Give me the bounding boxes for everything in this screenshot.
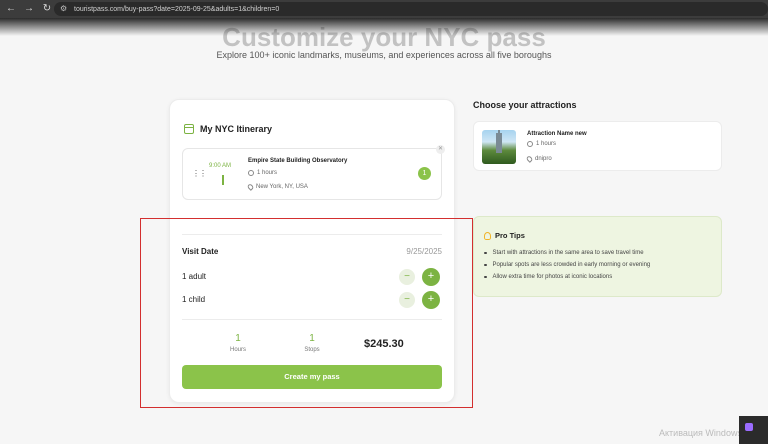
attraction-duration-text: 1 hours <box>536 141 557 147</box>
app-tray-icon[interactable] <box>745 423 753 431</box>
tip-item: Popular spots are less crowded in early … <box>484 262 650 268</box>
itinerary-item[interactable]: ✕ ⋮⋮ 9:00 AM Empire State Building Obser… <box>182 145 445 200</box>
divider <box>182 234 442 235</box>
back-icon[interactable]: ← <box>4 2 18 16</box>
calendar-icon <box>184 124 194 134</box>
item-duration-text: 1 hours <box>257 170 278 176</box>
itinerary-card: My NYC Itinerary ✕ ⋮⋮ 9:00 AM Empire Sta… <box>169 99 455 403</box>
attraction-card[interactable]: Attraction Name new 1 hours dnipro <box>473 121 722 171</box>
reload-icon[interactable]: ↻ <box>40 2 54 16</box>
address-url: touristpass.com/buy-pass?date=2025-09-25… <box>74 5 280 13</box>
bullet <box>484 263 487 267</box>
browser-toolbar: ← → ↻ ⚙ touristpass.com/buy-pass?date=20… <box>0 0 768 18</box>
itinerary-title: My NYC Itinerary <box>200 124 273 134</box>
children-label: 1 child <box>182 295 206 304</box>
attraction-duration: 1 hours <box>527 141 556 147</box>
item-time: 9:00 AM <box>209 163 232 169</box>
bullet <box>484 275 487 279</box>
children-increment-button[interactable]: + <box>422 291 440 309</box>
windows-activation-watermark: Активация Windows <box>659 428 742 438</box>
adults-increment-button[interactable]: + <box>422 268 440 286</box>
adults-label: 1 adult <box>182 272 207 281</box>
adults-decrement-button[interactable]: − <box>399 269 415 285</box>
site-info-icon[interactable]: ⚙ <box>60 4 70 14</box>
item-location: New York, NY, USA <box>246 183 308 191</box>
bullet <box>484 251 487 255</box>
drag-handle-icon[interactable]: ⋮⋮ <box>192 169 207 178</box>
lightbulb-icon <box>484 231 491 240</box>
itinerary-header: My NYC Itinerary <box>184 124 272 134</box>
page-title: Customize your NYC pass <box>222 22 546 52</box>
taskbar-tray <box>739 416 768 444</box>
hours-value: 1 <box>235 333 241 344</box>
tip-text: Allow extra time for photos at iconic lo… <box>492 274 613 280</box>
create-pass-button[interactable]: Create my pass <box>182 365 442 389</box>
children-decrement-button[interactable]: − <box>399 292 415 308</box>
pro-tips-header: Pro Tips <box>484 231 525 240</box>
pro-tips-panel: Pro Tips Start with attractions in the s… <box>473 216 722 297</box>
pro-tips-title: Pro Tips <box>495 231 525 240</box>
attraction-location: dnipro <box>525 155 552 163</box>
item-location-text: New York, NY, USA <box>256 184 308 190</box>
attractions-title: Choose your attractions <box>473 100 577 110</box>
attraction-name: Attraction Name new <box>527 131 587 137</box>
visit-date-label: Visit Date <box>182 247 219 256</box>
order-badge: 1 <box>418 167 431 180</box>
visit-date-value[interactable]: 9/25/2025 <box>406 247 442 256</box>
attraction-thumbnail <box>482 130 516 164</box>
divider <box>182 319 442 320</box>
attraction-location-text: dnipro <box>535 156 552 162</box>
location-pin-icon <box>525 155 534 163</box>
location-pin-icon <box>246 183 255 191</box>
item-duration: 1 hours <box>248 170 277 176</box>
page-subtitle: Explore 100+ iconic landmarks, museums, … <box>216 50 552 60</box>
tip-item: Allow extra time for photos at iconic lo… <box>484 274 612 280</box>
total-price: $245.30 <box>364 338 404 350</box>
clock-icon <box>527 141 533 147</box>
tip-text: Popular spots are less crowded in early … <box>492 262 651 268</box>
tip-item: Start with attractions in the same area … <box>484 250 644 256</box>
remove-item-icon[interactable]: ✕ <box>436 145 445 154</box>
tip-text: Start with attractions in the same area … <box>492 250 644 256</box>
item-name: Empire State Building Observatory <box>248 158 348 164</box>
address-bar[interactable]: ⚙ touristpass.com/buy-pass?date=2025-09-… <box>54 2 768 16</box>
stops-label: Stops <box>304 347 320 353</box>
stops-value: 1 <box>309 333 315 344</box>
forward-icon[interactable]: → <box>22 2 36 16</box>
hours-label: Hours <box>229 347 246 353</box>
timeline-bar <box>222 175 224 185</box>
clock-icon <box>248 170 254 176</box>
